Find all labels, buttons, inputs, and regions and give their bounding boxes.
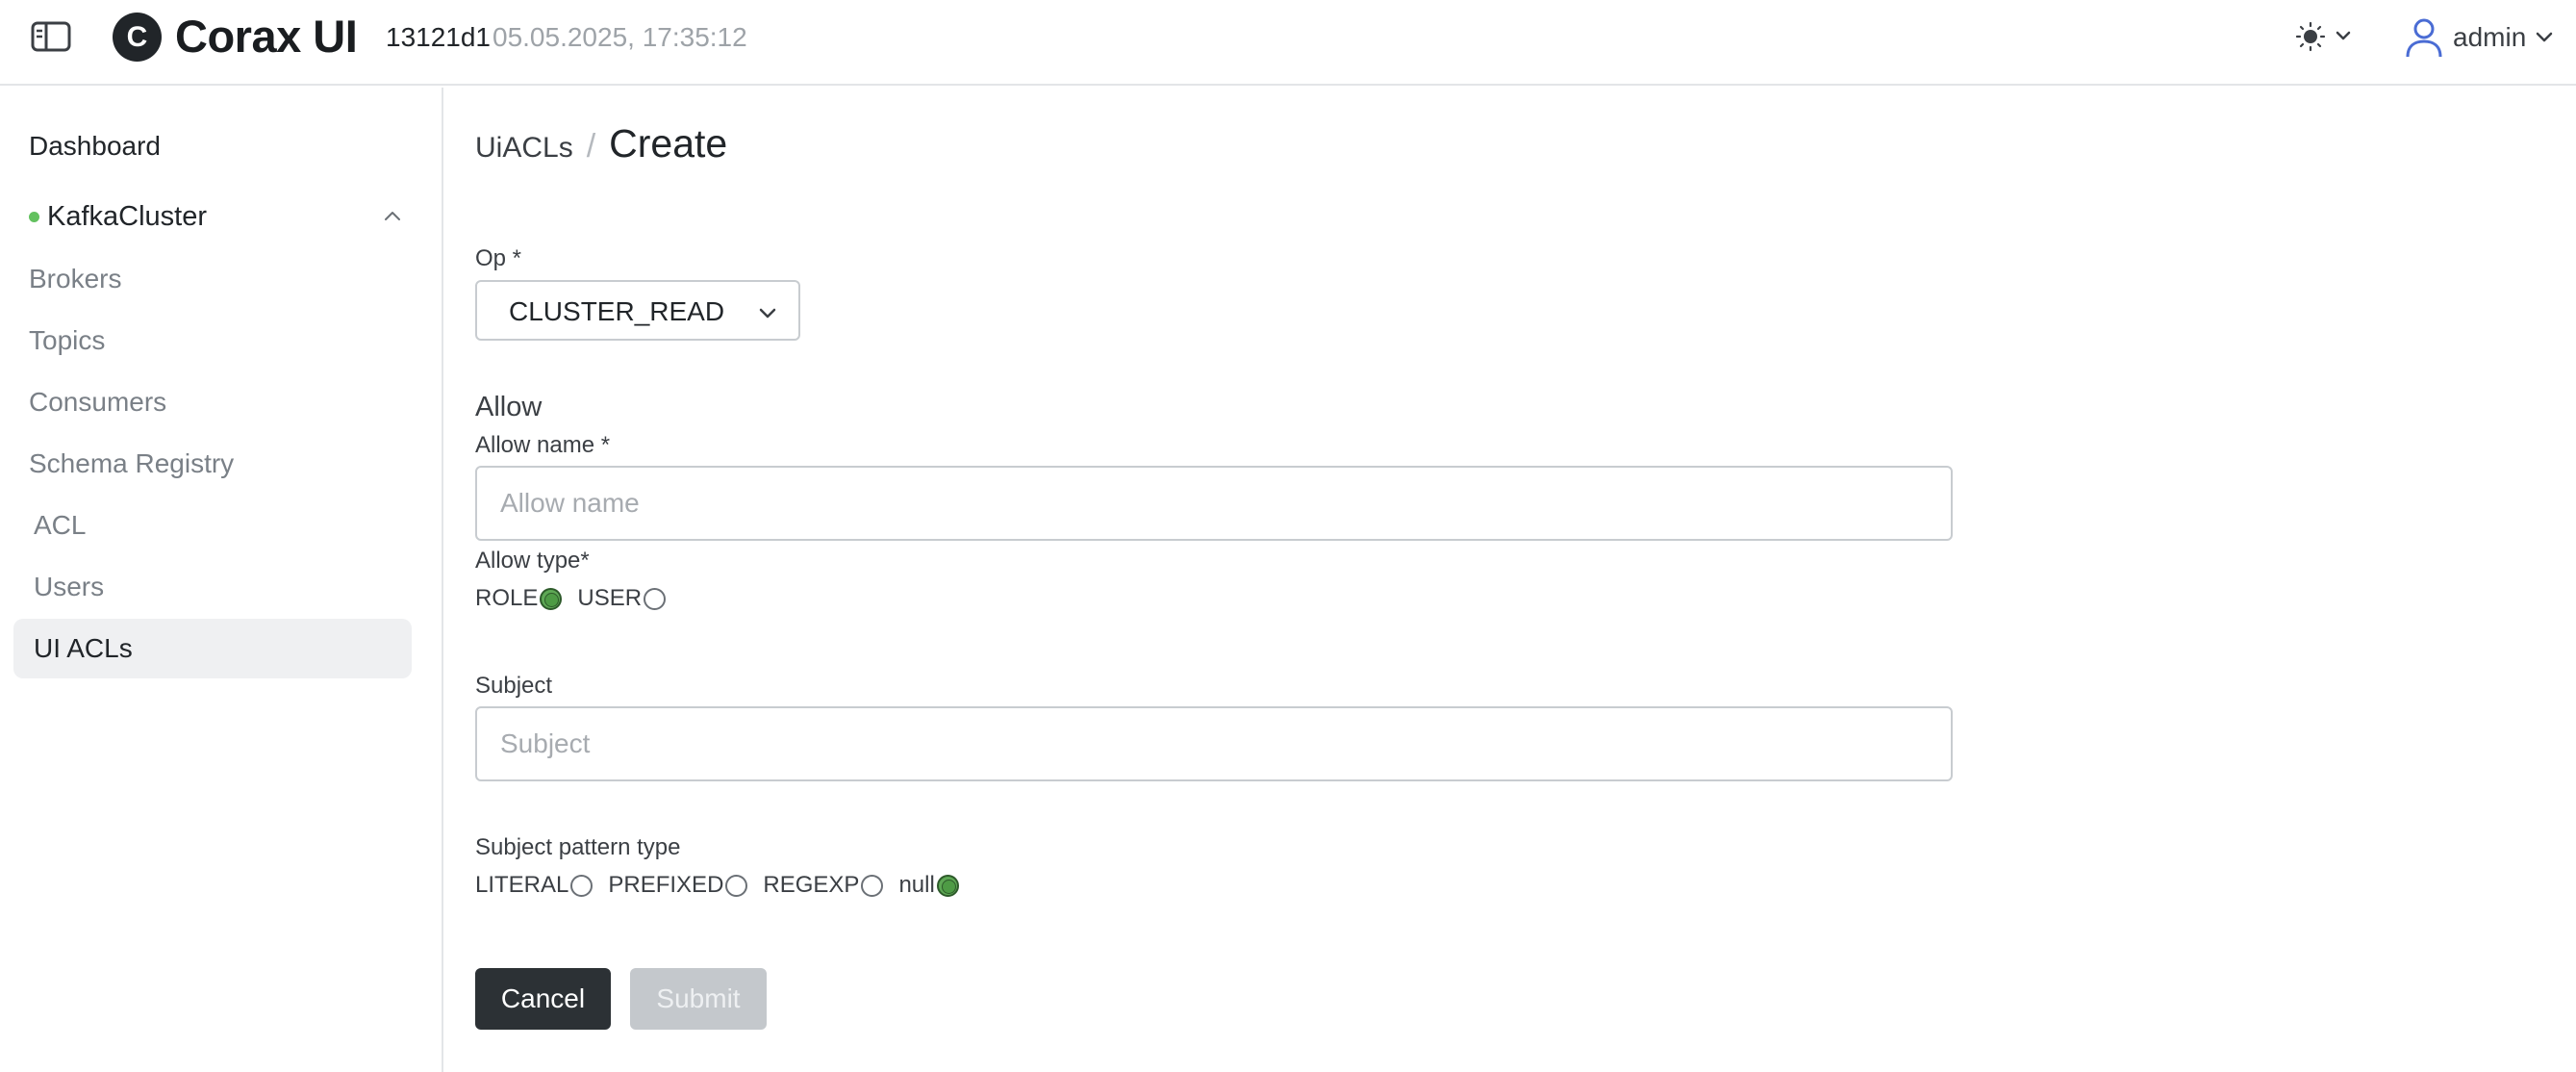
breadcrumb-separator: / bbox=[586, 128, 596, 165]
op-select[interactable]: CLUSTER_READ bbox=[475, 280, 800, 341]
chevron-up-icon bbox=[385, 212, 400, 220]
sidebar: Dashboard KafkaCluster Brokers Topics Co… bbox=[0, 88, 443, 1072]
op-selected-value: CLUSTER_READ bbox=[509, 296, 725, 326]
subject-pattern-type-label: Subject pattern type bbox=[475, 834, 681, 860]
build-timestamp: 05.05.2025, 17:35:12 bbox=[492, 22, 747, 52]
allow-type-user-option[interactable]: USER bbox=[577, 585, 667, 612]
subject-input[interactable] bbox=[475, 706, 1953, 781]
submit-button[interactable]: Submit bbox=[630, 968, 767, 1030]
page-title: Create bbox=[609, 121, 728, 166]
sidebar-item-acl[interactable]: ACL bbox=[34, 509, 86, 542]
user-name: admin bbox=[2453, 22, 2527, 52]
allow-type-label: Allow type* bbox=[475, 548, 590, 574]
app-title: Corax UI bbox=[175, 11, 358, 62]
sidebar-item-ui-acls[interactable]: UI ACLs bbox=[13, 619, 412, 678]
radio-null[interactable] bbox=[936, 874, 959, 897]
allow-type-radio-group: ROLE USER bbox=[475, 585, 681, 612]
pattern-null-option[interactable]: null bbox=[898, 872, 959, 899]
sidebar-toggle-icon[interactable] bbox=[31, 21, 71, 52]
app-logo: C bbox=[113, 13, 162, 62]
allow-name-input[interactable] bbox=[475, 466, 1953, 541]
radio-regexp[interactable] bbox=[861, 874, 884, 897]
allow-type-role-option[interactable]: ROLE bbox=[475, 585, 563, 612]
radio-user[interactable] bbox=[644, 587, 667, 610]
top-header: C Corax UI 13121d1 05.05.2025, 17:35:12 … bbox=[0, 0, 2576, 86]
allow-name-label: Allow name * bbox=[475, 432, 611, 458]
radio-label: REGEXP bbox=[763, 872, 860, 898]
cluster-status-dot bbox=[29, 211, 39, 222]
radio-literal[interactable] bbox=[570, 874, 593, 897]
radio-label: ROLE bbox=[475, 585, 539, 611]
pattern-literal-option[interactable]: LITERAL bbox=[475, 872, 593, 899]
pattern-prefixed-option[interactable]: PREFIXED bbox=[608, 872, 748, 899]
user-icon bbox=[2406, 18, 2442, 58]
version-hash: 13121d1 bbox=[386, 22, 492, 52]
theme-switcher[interactable] bbox=[2295, 19, 2359, 54]
pattern-regexp-option[interactable]: REGEXP bbox=[763, 872, 884, 899]
radio-label: PREFIXED bbox=[608, 872, 724, 898]
radio-label: LITERAL bbox=[475, 872, 569, 898]
radio-label: USER bbox=[577, 585, 643, 611]
radio-label: null bbox=[898, 872, 935, 898]
sidebar-item-brokers[interactable]: Brokers bbox=[29, 263, 121, 295]
breadcrumb-link-uiacls[interactable]: UiACLs bbox=[475, 132, 573, 165]
chevron-down-icon bbox=[2537, 32, 2553, 42]
sidebar-item-schema-registry[interactable]: Schema Registry bbox=[29, 447, 234, 480]
breadcrumb: UiACLs / Create bbox=[475, 121, 727, 166]
radio-role[interactable] bbox=[540, 587, 563, 610]
chevron-down-icon bbox=[759, 308, 776, 319]
sidebar-item-users[interactable]: Users bbox=[34, 571, 104, 603]
cancel-button[interactable]: Cancel bbox=[475, 968, 611, 1030]
radio-prefixed[interactable] bbox=[725, 874, 748, 897]
sidebar-item-label: UI ACLs bbox=[34, 633, 133, 663]
subject-label: Subject bbox=[475, 673, 553, 699]
sidebar-item-topics[interactable]: Topics bbox=[29, 324, 105, 357]
user-menu[interactable]: admin bbox=[2405, 13, 2555, 62]
op-label: Op * bbox=[475, 245, 522, 271]
cluster-name: KafkaCluster bbox=[47, 200, 208, 232]
allow-section-title: Allow bbox=[475, 392, 543, 422]
sidebar-cluster-toggle[interactable]: KafkaCluster bbox=[29, 199, 404, 234]
subject-pattern-radio-group: LITERAL PREFIXED REGEXP null bbox=[475, 872, 974, 899]
sidebar-item-dashboard[interactable]: Dashboard bbox=[29, 130, 161, 163]
sidebar-item-consumers[interactable]: Consumers bbox=[29, 386, 166, 419]
sun-icon bbox=[2295, 21, 2351, 52]
